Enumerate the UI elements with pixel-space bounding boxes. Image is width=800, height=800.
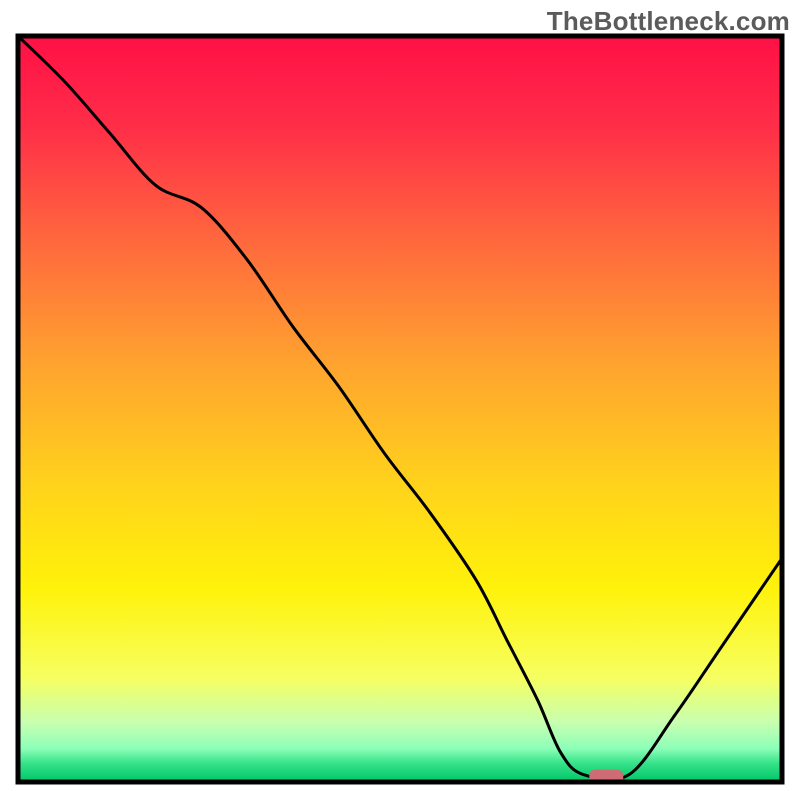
watermark-label: TheBottleneck.com (547, 6, 790, 37)
gradient-background (18, 36, 782, 782)
bottleneck-chart (0, 0, 800, 800)
chart-container: TheBottleneck.com (0, 0, 800, 800)
